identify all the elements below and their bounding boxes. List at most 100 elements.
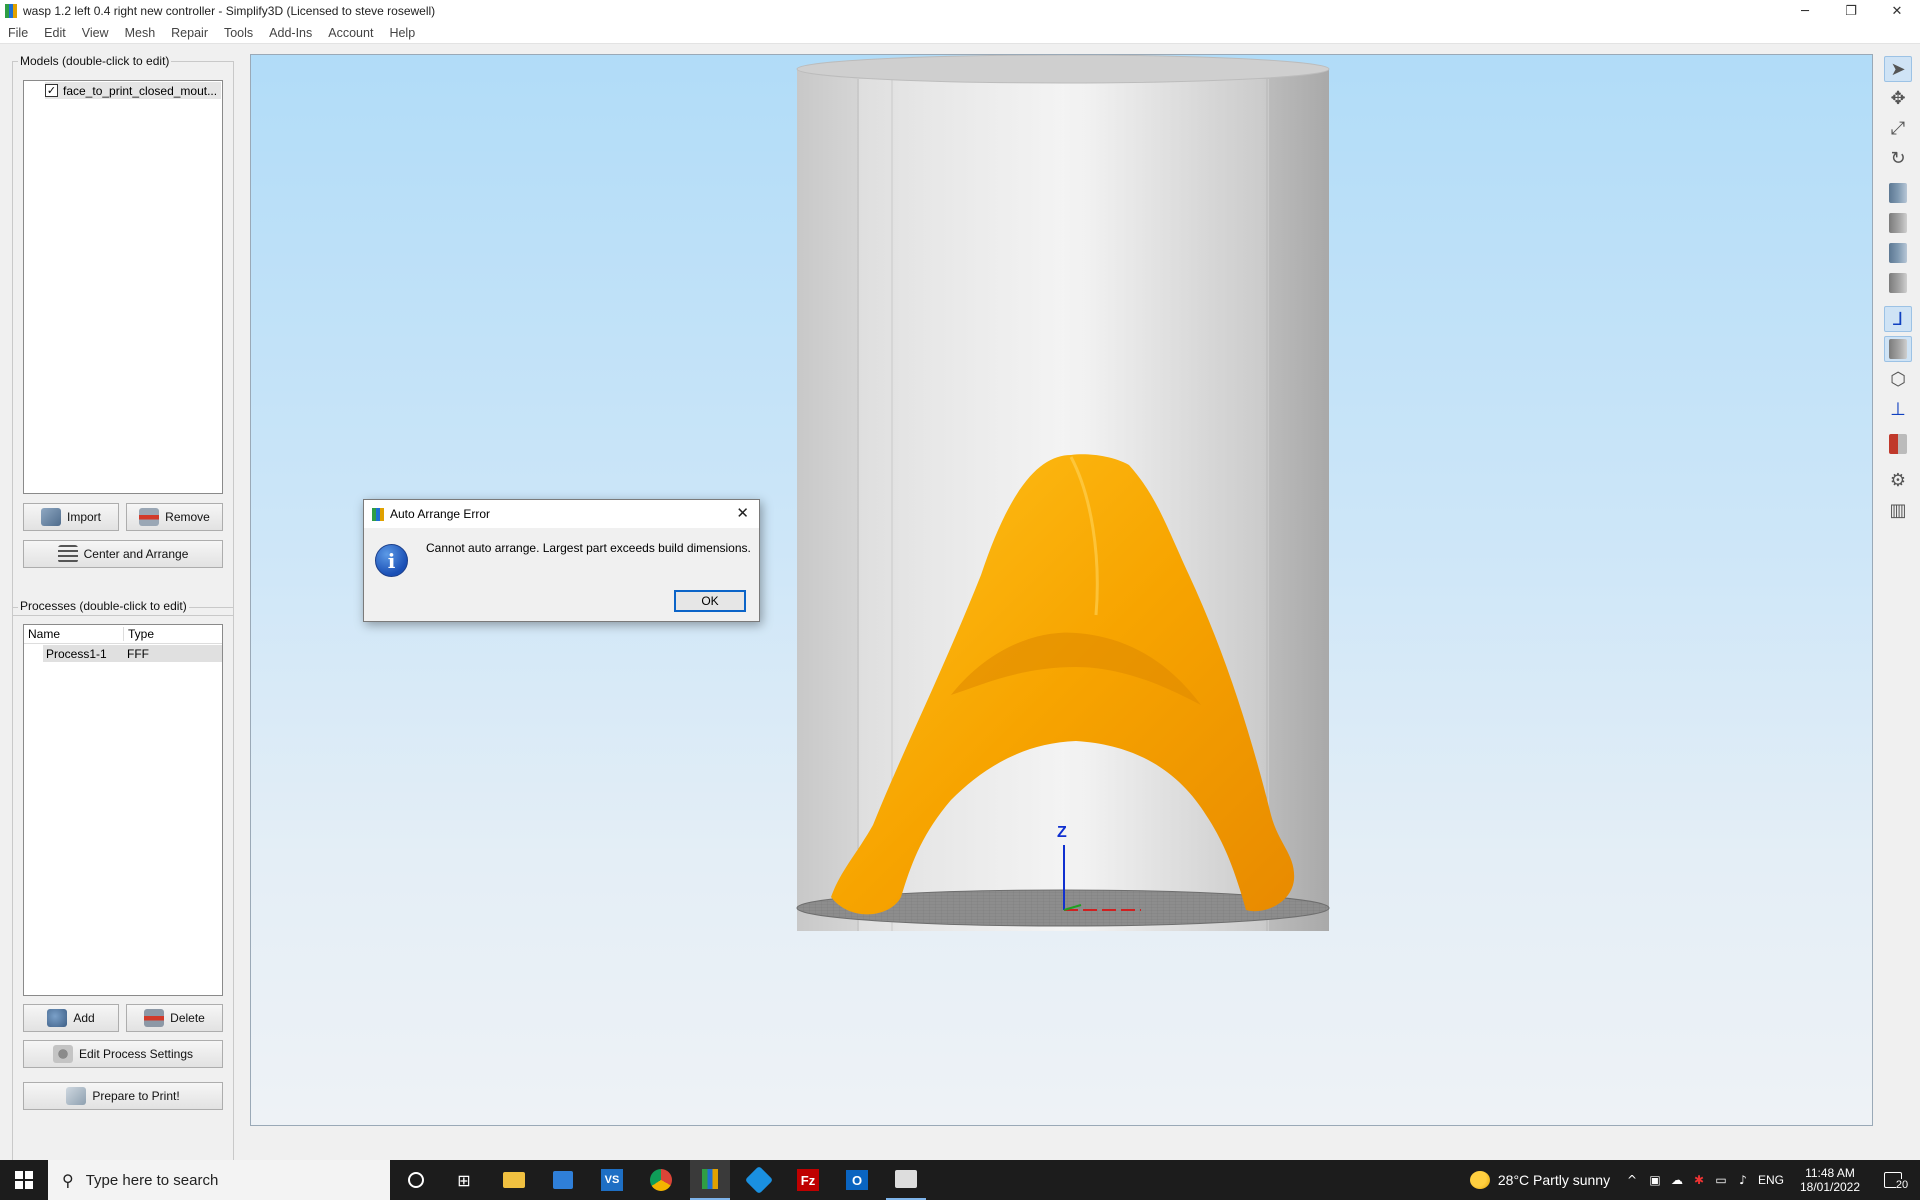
settings-icon[interactable]: ⚙ [1884, 467, 1912, 493]
taskbar: ⚲ Type here to search ⊞ VS Fz O 28°C Par… [0, 1160, 1920, 1200]
clock-time: 11:48 AM [1805, 1166, 1855, 1180]
weather-widget[interactable]: 28°C Partly sunny [1460, 1160, 1620, 1200]
cortana-icon[interactable] [396, 1160, 436, 1200]
process-type: FFF [127, 646, 149, 661]
menu-edit[interactable]: Edit [36, 26, 74, 40]
add-process-button[interactable]: Add [23, 1004, 119, 1032]
app-icon-blue[interactable] [739, 1160, 779, 1200]
axes-icon[interactable]: ⅃ [1884, 306, 1912, 332]
dialog-app-icon [372, 507, 384, 521]
column-name[interactable]: Name [24, 627, 124, 641]
processes-header: Name Type [24, 625, 222, 644]
import-icon [40, 508, 61, 526]
auto-arrange-error-dialog: Auto Arrange Error ✕ i Cannot auto arran… [363, 499, 760, 622]
build-volume-top [796, 55, 1330, 84]
process-name: Process1-1 [46, 646, 107, 661]
file-explorer-icon[interactable] [494, 1160, 534, 1200]
dialog-title: Auto Arrange Error [390, 507, 491, 521]
menu-bar: File Edit View Mesh Repair Tools Add-Ins… [0, 22, 1920, 44]
processes-group-title: Processes (double-click to edit) [18, 599, 189, 613]
chevron-up-icon[interactable]: ^ [1622, 1160, 1642, 1200]
menu-view[interactable]: View [74, 26, 117, 40]
menu-mesh[interactable]: Mesh [117, 26, 164, 40]
import-label: Import [66, 510, 101, 524]
network-icon[interactable]: ▭ [1710, 1160, 1732, 1200]
menu-help[interactable]: Help [381, 26, 423, 40]
remove-button[interactable]: Remove [126, 503, 223, 531]
menu-tools[interactable]: Tools [216, 26, 261, 40]
search-placeholder: Type here to search [85, 1171, 219, 1189]
arrange-icon [57, 545, 78, 563]
simplify3d-app-icon [5, 4, 17, 18]
cross-section-icon[interactable] [1884, 431, 1912, 457]
table-row[interactable]: Process1-1 FFF [43, 645, 222, 662]
ok-button[interactable]: OK [674, 590, 746, 612]
model-name: face_to_print_closed_mout... [63, 83, 218, 98]
processes-list[interactable]: Name Type Process1-1 FFF [23, 624, 223, 996]
scale-icon[interactable]: ⤢ [1884, 115, 1912, 141]
model-checkbox[interactable]: ✓ [45, 84, 58, 97]
search-icon: ⚲ [62, 1170, 74, 1190]
title-bar: wasp 1.2 left 0.4 right new controller -… [0, 0, 1920, 22]
windows-logo-icon [15, 1171, 33, 1189]
clock[interactable]: 11:48 AM 18/01/2022 [1790, 1160, 1870, 1200]
wireframe-icon[interactable]: ⬡ [1884, 366, 1912, 392]
prepare-check-icon [66, 1087, 87, 1105]
view-top-icon[interactable] [1884, 240, 1912, 266]
supports-icon[interactable]: ▥ [1884, 497, 1912, 523]
outlook-icon[interactable]: O [837, 1160, 877, 1200]
clock-date: 18/01/2022 [1799, 1180, 1861, 1194]
menu-file[interactable]: File [0, 26, 36, 40]
edit-process-settings-label: Edit Process Settings [78, 1047, 194, 1061]
restore-button[interactable]: ❐ [1828, 0, 1874, 22]
column-type[interactable]: Type [124, 627, 154, 641]
volume-icon[interactable]: ♪ [1732, 1160, 1754, 1200]
info-icon: i [375, 544, 408, 577]
center-and-arrange-button[interactable]: Center and Arrange [23, 540, 223, 568]
meet-icon[interactable]: ▣ [1644, 1160, 1666, 1200]
dialog-message: Cannot auto arrange. Largest part exceed… [426, 541, 751, 555]
rotate-icon[interactable]: ↻ [1884, 145, 1912, 171]
select-icon[interactable]: ➤ [1884, 56, 1912, 82]
import-button[interactable]: Import [23, 503, 119, 531]
weather-icon [1469, 1171, 1490, 1189]
onedrive-icon[interactable]: ☁ [1666, 1160, 1688, 1200]
remove-icon [139, 508, 160, 526]
close-button[interactable]: ✕ [1874, 0, 1920, 22]
view-front-icon[interactable] [1884, 210, 1912, 236]
menu-account[interactable]: Account [320, 26, 381, 40]
view-iso-icon[interactable] [1884, 180, 1912, 206]
move-icon[interactable]: ✥ [1884, 85, 1912, 111]
delete-process-button[interactable]: Delete [126, 1004, 223, 1032]
settings-gear-icon [52, 1045, 73, 1063]
model-list-item[interactable]: ✓ face_to_print_closed_mout... [45, 82, 221, 99]
left-panel: Models (double-click to edit) ✓ face_to_… [0, 44, 250, 1170]
task-view-icon[interactable]: ⊞ [444, 1160, 484, 1200]
notification-count: 20 [1895, 1179, 1909, 1191]
filezilla-icon[interactable]: Fz [788, 1160, 828, 1200]
view-side-icon[interactable] [1884, 270, 1912, 296]
z-axis-label: Z [1057, 824, 1067, 841]
solid-view-icon[interactable] [1884, 336, 1912, 362]
add-label: Add [73, 1011, 95, 1025]
prepare-to-print-label: Prepare to Print! [92, 1089, 180, 1103]
chrome-icon[interactable] [641, 1160, 681, 1200]
prepare-to-print-button[interactable]: Prepare to Print! [23, 1082, 223, 1110]
store-icon[interactable] [543, 1160, 583, 1200]
menu-add-ins[interactable]: Add-Ins [261, 26, 320, 40]
language-indicator[interactable]: ENG [1756, 1160, 1786, 1200]
normals-icon[interactable]: ⊥ [1884, 396, 1912, 422]
edit-process-settings-button[interactable]: Edit Process Settings [23, 1040, 223, 1068]
start-button[interactable] [0, 1160, 48, 1200]
models-list[interactable]: ✓ face_to_print_closed_mout... [23, 80, 223, 494]
vs-code-icon[interactable]: VS [592, 1160, 632, 1200]
taskbar-search[interactable]: ⚲ Type here to search [48, 1160, 390, 1200]
dialog-close-button[interactable]: ✕ [736, 504, 749, 522]
notifications-button[interactable]: 20 [1876, 1160, 1916, 1200]
minimize-button[interactable]: ─ [1782, 0, 1828, 22]
simplify3d-taskbar-icon[interactable] [690, 1160, 730, 1200]
app-icon-grey[interactable] [886, 1160, 926, 1200]
menu-repair[interactable]: Repair [163, 26, 216, 40]
add-gear-icon [47, 1009, 68, 1027]
tray-app-icon[interactable]: ✱ [1688, 1160, 1710, 1200]
